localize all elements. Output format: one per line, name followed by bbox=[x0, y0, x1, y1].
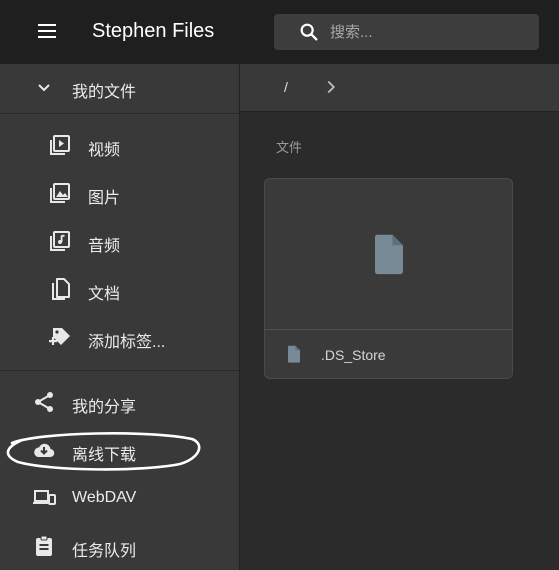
chevron-down-icon[interactable] bbox=[32, 75, 56, 99]
file-area: 文件 .DS_Store bbox=[240, 112, 559, 570]
sidebar-item-label: 离线下载 bbox=[72, 447, 137, 464]
video-icon bbox=[50, 135, 70, 155]
share-icon bbox=[35, 392, 53, 412]
document-icon bbox=[52, 278, 70, 300]
sidebar-item-label: 任务队列 bbox=[72, 543, 137, 560]
sidebar-item-video[interactable]: 视频 bbox=[0, 122, 239, 168]
sidebar-item-my-files[interactable]: 我的文件 bbox=[0, 64, 239, 110]
app-bar: Stephen Files bbox=[0, 0, 559, 64]
sidebar-item-label: 视频 bbox=[88, 142, 121, 159]
sidebar-item-audio[interactable]: 音频 bbox=[0, 218, 239, 264]
add-tag-icon bbox=[49, 328, 70, 345]
sidebar-item-label: 我的分享 bbox=[72, 399, 137, 416]
file-preview bbox=[265, 179, 512, 329]
clipboard-icon bbox=[36, 535, 52, 556]
sidebar-item-label: WebDAV bbox=[72, 489, 137, 506]
devices-icon bbox=[33, 490, 56, 505]
sidebar-item-label: 添加标签... bbox=[88, 334, 166, 351]
sidebar-item-add-tag[interactable]: 添加标签... bbox=[0, 314, 239, 360]
file-icon bbox=[374, 234, 403, 275]
file-card[interactable]: .DS_Store bbox=[264, 178, 513, 379]
file-footer: .DS_Store bbox=[265, 329, 512, 378]
sidebar-item-label: 我的文件 bbox=[72, 84, 137, 101]
sidebar-item-webdav[interactable]: WebDAV bbox=[0, 475, 239, 521]
audio-icon bbox=[50, 231, 70, 251]
sidebar-item-image[interactable]: 图片 bbox=[0, 170, 239, 216]
search-input[interactable] bbox=[330, 19, 530, 45]
sidebar-item-document[interactable]: 文档 bbox=[0, 266, 239, 312]
app-title: Stephen Files bbox=[92, 20, 215, 42]
sidebar-item-label: 图片 bbox=[88, 190, 121, 207]
divider bbox=[0, 370, 239, 371]
breadcrumb-root[interactable]: / bbox=[284, 79, 288, 95]
search-box[interactable] bbox=[274, 14, 539, 50]
file-icon bbox=[287, 345, 300, 363]
cloud-download-icon bbox=[34, 443, 55, 458]
sidebar: 我的文件 视频 图片 音频 文档 添加标签... 我的分享 离线下载 WebDA… bbox=[0, 64, 240, 570]
sidebar-item-task-queue[interactable]: 任务队列 bbox=[0, 523, 239, 569]
divider bbox=[0, 113, 239, 114]
chevron-right-icon[interactable] bbox=[320, 76, 342, 98]
sidebar-item-label: 文档 bbox=[88, 286, 121, 303]
file-name: .DS_Store bbox=[321, 347, 386, 363]
sidebar-item-my-shares[interactable]: 我的分享 bbox=[0, 379, 239, 425]
breadcrumb: / bbox=[240, 64, 559, 112]
search-icon[interactable] bbox=[298, 21, 320, 43]
section-label: 文件 bbox=[276, 140, 303, 155]
sidebar-item-label: 音频 bbox=[88, 238, 121, 255]
sidebar-item-offline-download[interactable]: 离线下载 bbox=[0, 427, 239, 473]
image-icon bbox=[50, 183, 70, 203]
menu-icon[interactable] bbox=[26, 20, 70, 46]
